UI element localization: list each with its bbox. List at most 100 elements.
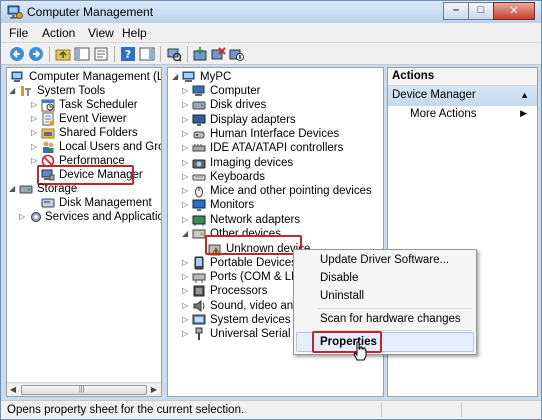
expand-triangle-icon[interactable]: ▷	[182, 84, 190, 98]
maximize-button[interactable]: □	[468, 2, 494, 20]
status-divider	[461, 403, 462, 417]
expand-triangle-icon[interactable]: ▷	[182, 198, 190, 212]
tree-item-device-category[interactable]: ▷ Mice and other pointing devices	[182, 184, 382, 198]
more-actions-item[interactable]: More Actions	[410, 108, 476, 120]
back-arrow-icon[interactable]	[9, 46, 25, 62]
help-icon[interactable]: ?	[120, 46, 136, 62]
toolbar-separator	[114, 46, 115, 62]
ctx-scan-hardware[interactable]: Scan for hardware changes	[320, 313, 461, 325]
tree-item-device-category[interactable]: ▷ Display adapters	[182, 113, 382, 127]
expand-triangle-icon[interactable]: ▷	[182, 284, 190, 298]
scroll-right-icon[interactable]: ▶	[149, 385, 159, 394]
tree-item-device-category[interactable]: ▷ Imaging devices	[182, 156, 382, 170]
scroll-left-icon[interactable]: ◀	[8, 385, 18, 394]
tree-item-device-category[interactable]: ▷ IDE ATA/ATAPI controllers	[182, 141, 382, 155]
expand-triangle-icon[interactable]: ▷	[31, 98, 39, 112]
tree-label: Services and Applications	[45, 211, 161, 223]
expand-triangle-icon[interactable]: ▷	[19, 210, 27, 224]
title-bar: Computer Management – □ ✕	[1, 1, 541, 23]
hid-icon	[193, 131, 205, 139]
tree-item-storage[interactable]: ◢ Storage	[9, 182, 161, 196]
tree-label: Local Users and Groups	[59, 141, 161, 153]
disk-drive-icon	[192, 101, 206, 110]
tree-item-shared-folders[interactable]: ▷ Shared Folders	[31, 126, 161, 140]
status-text: Opens property sheet for the current sel…	[7, 404, 245, 416]
scrollbar-thumb[interactable]: |||	[21, 385, 147, 395]
expand-triangle-icon[interactable]: ▷	[31, 140, 39, 154]
portable-device-icon	[194, 256, 204, 270]
update-driver-icon[interactable]	[192, 46, 208, 62]
expand-triangle-icon[interactable]: ▷	[182, 256, 190, 270]
toolbar-separator	[187, 46, 188, 62]
uninstall-device-icon[interactable]	[210, 46, 226, 62]
expand-triangle-icon[interactable]: ▷	[182, 170, 190, 184]
users-icon	[43, 141, 54, 153]
properties-sheet-icon[interactable]	[93, 46, 109, 62]
expand-triangle-icon[interactable]: ▷	[182, 270, 190, 284]
expand-triangle-icon[interactable]: ▷	[31, 112, 39, 126]
tree-label: Human Interface Devices	[210, 127, 340, 140]
actions-group-device-manager[interactable]: Device Manager ▲	[388, 86, 537, 106]
properties-highlight	[312, 331, 382, 353]
expand-triangle-icon[interactable]: ▷	[182, 127, 190, 141]
tree-item-device-category[interactable]: ▷ Disk drives	[182, 98, 382, 112]
expand-triangle-icon[interactable]: ▷	[31, 126, 39, 140]
show-hide-tree-icon[interactable]	[74, 46, 90, 62]
expand-triangle-icon[interactable]: ▷	[182, 299, 190, 313]
status-divider	[381, 403, 382, 417]
keyboard-icon	[192, 174, 206, 181]
expand-triangle-icon[interactable]: ▷	[182, 327, 190, 341]
forward-arrow-icon[interactable]	[28, 46, 44, 62]
tree-item-local-users-groups[interactable]: ▷ Local Users and Groups	[31, 140, 161, 154]
scan-hardware-icon[interactable]	[166, 46, 182, 62]
show-action-pane-icon[interactable]	[139, 46, 155, 62]
tree-label: Event Viewer	[59, 113, 127, 125]
tree-item-event-viewer[interactable]: ▷ Event Viewer	[31, 112, 161, 126]
collapse-triangle-icon[interactable]: ◢	[9, 182, 17, 196]
horizontal-scrollbar[interactable]: ◀ ||| ▶	[7, 382, 161, 396]
menu-file[interactable]: File	[9, 26, 28, 40]
expand-triangle-icon[interactable]: ▷	[182, 184, 190, 198]
tree-item-mypc[interactable]: ◢ MyPC	[172, 70, 382, 84]
collapse-triangle-icon[interactable]: ◢	[182, 227, 190, 241]
close-icon: ✕	[509, 5, 519, 17]
tree-item-device-category[interactable]: ▷ Human Interface Devices	[182, 127, 382, 141]
tree-item-device-category[interactable]: ▷ Monitors	[182, 198, 382, 212]
tree-item-services-applications[interactable]: ▷ Services and Applications	[19, 210, 161, 224]
up-folder-icon[interactable]	[55, 46, 71, 62]
tree-item-device-category[interactable]: ▷ Computer	[182, 84, 382, 98]
tree-item-disk-management[interactable]: Disk Management	[41, 196, 161, 210]
tree-item-device-category[interactable]: ▷ Keyboards	[182, 170, 382, 184]
expand-triangle-icon[interactable]: ▷	[182, 141, 190, 155]
unknown-device-highlight	[205, 235, 302, 255]
task-scheduler-icon	[41, 99, 55, 112]
event-viewer-icon	[42, 112, 55, 126]
collapse-caret-icon[interactable]: ▲	[520, 90, 529, 100]
ctx-update-driver[interactable]: Update Driver Software...	[320, 254, 449, 266]
actions-header: Actions	[388, 68, 537, 86]
expand-triangle-icon[interactable]: ▷	[182, 313, 190, 327]
expand-triangle-icon[interactable]: ▷	[182, 156, 190, 170]
expand-triangle-icon[interactable]: ▷	[182, 113, 190, 127]
collapse-triangle-icon[interactable]: ◢	[172, 70, 180, 84]
computer-icon	[192, 85, 205, 96]
processor-icon	[193, 285, 205, 297]
collapse-triangle-icon[interactable]: ◢	[9, 84, 17, 98]
menu-help[interactable]: Help	[122, 26, 147, 40]
disable-device-icon[interactable]	[228, 46, 244, 62]
minimize-button[interactable]: –	[443, 2, 469, 20]
tree-label: Computer Management (Local	[29, 71, 161, 83]
expand-triangle-icon[interactable]: ▷	[182, 98, 190, 112]
ctx-disable[interactable]: Disable	[320, 272, 358, 284]
ctx-uninstall[interactable]: Uninstall	[320, 290, 364, 302]
tree-item-device-category[interactable]: ▷ Network adapters	[182, 213, 382, 227]
submenu-arrow-icon[interactable]: ▶	[520, 108, 527, 119]
menu-view[interactable]: View	[88, 26, 114, 40]
tree-item-system-tools[interactable]: ◢ System Tools	[9, 84, 161, 98]
tree-item-computer-management[interactable]: Computer Management (Local	[11, 70, 161, 84]
tree-item-task-scheduler[interactable]: ▷ Task Scheduler	[31, 98, 161, 112]
tree-label: Storage	[37, 183, 78, 195]
menu-action[interactable]: Action	[42, 26, 75, 40]
expand-triangle-icon[interactable]: ▷	[182, 213, 190, 227]
close-button[interactable]: ✕	[493, 2, 535, 20]
